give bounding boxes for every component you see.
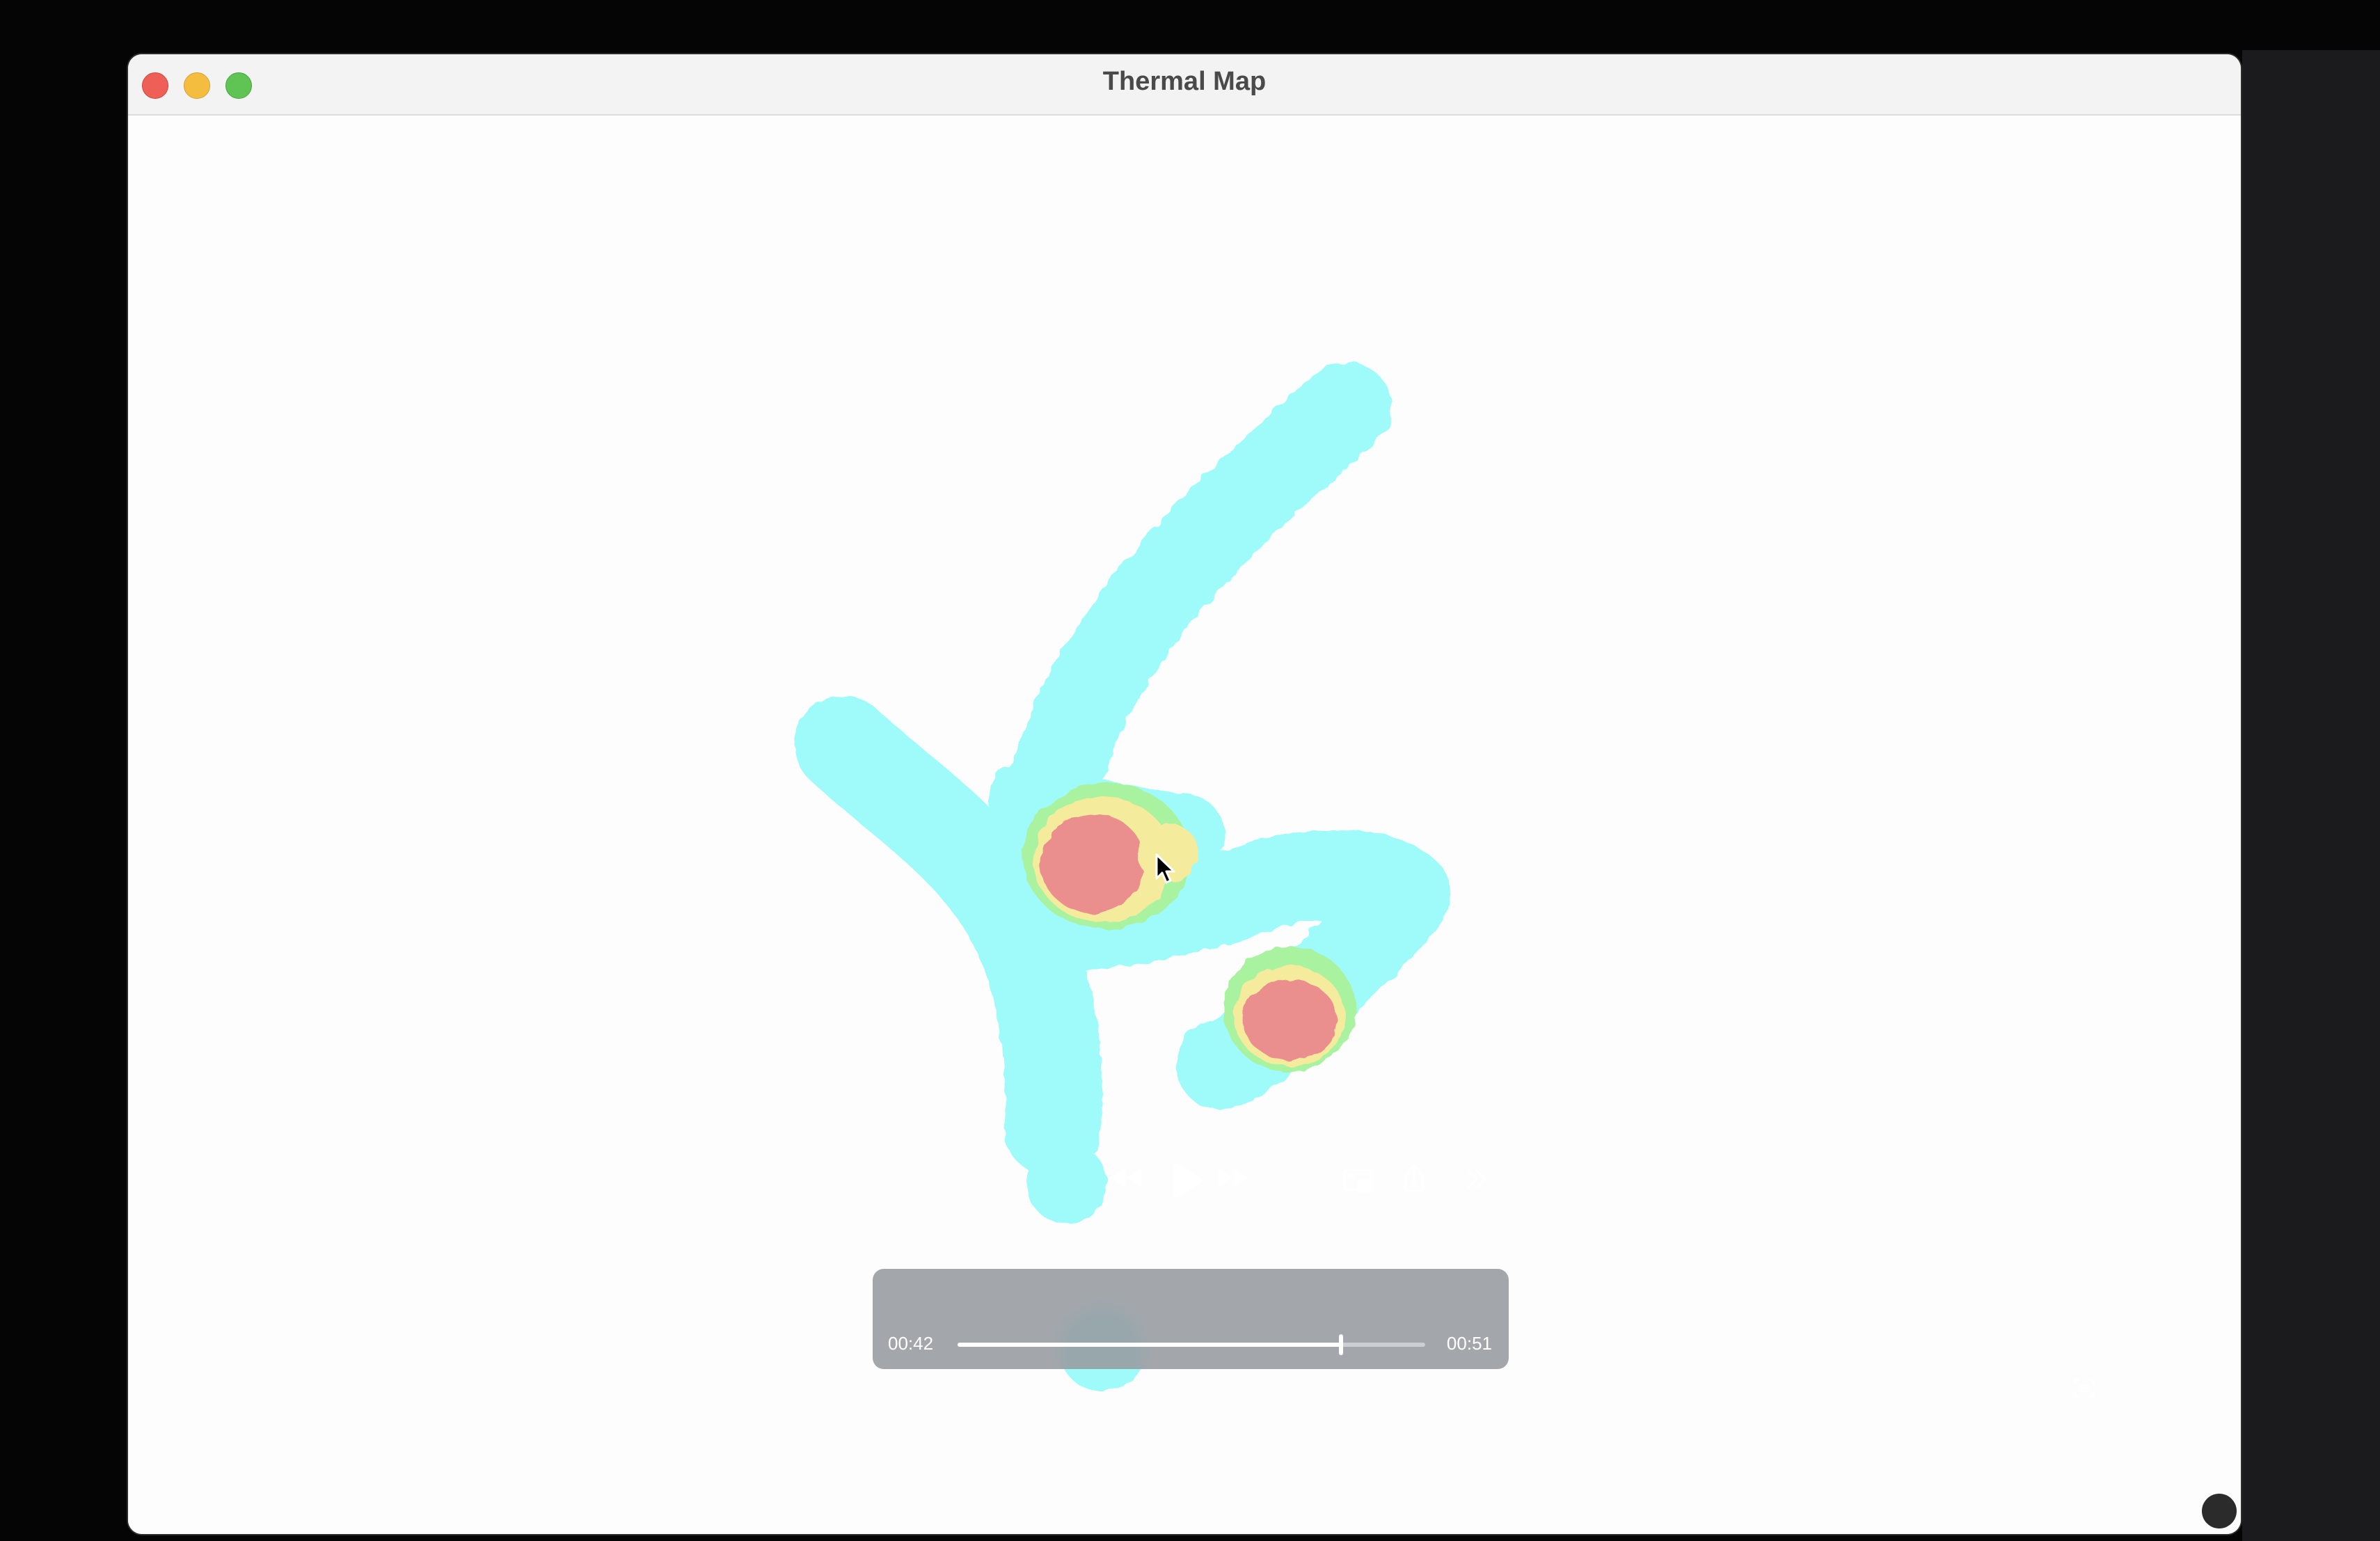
warm-zone-lower bbox=[1223, 947, 1356, 1072]
scrubber-track[interactable] bbox=[958, 1334, 1425, 1355]
duration: 00:51 bbox=[1446, 1333, 1492, 1354]
scrubber-handle[interactable] bbox=[1339, 1334, 1344, 1355]
cold-trail-upper bbox=[999, 362, 1392, 860]
scrubber-progress bbox=[958, 1343, 1342, 1347]
picture-in-picture-icon[interactable] bbox=[1343, 1169, 1503, 1311]
share-icon[interactable] bbox=[1404, 1164, 1559, 1313]
playback-controls: 00:42 00:51 bbox=[873, 1162, 1509, 1369]
rewind-icon[interactable] bbox=[1111, 1169, 1272, 1311]
cold-blob-bottom bbox=[1026, 1143, 1107, 1224]
fast-forward-icon[interactable] bbox=[1218, 1169, 1379, 1311]
current-time: 00:42 bbox=[888, 1333, 934, 1354]
live-text-icon[interactable] bbox=[2074, 1379, 2237, 1528]
play-icon[interactable] bbox=[1173, 1162, 1338, 1319]
chevron-double-right-icon[interactable] bbox=[1467, 1169, 1621, 1309]
thermal-map-window: Thermal Map 00:42 00:51 bbox=[128, 54, 2241, 1534]
heatmap-canvas: 00:42 00:51 bbox=[128, 116, 2241, 1534]
background-window-edge bbox=[2242, 50, 2380, 1541]
